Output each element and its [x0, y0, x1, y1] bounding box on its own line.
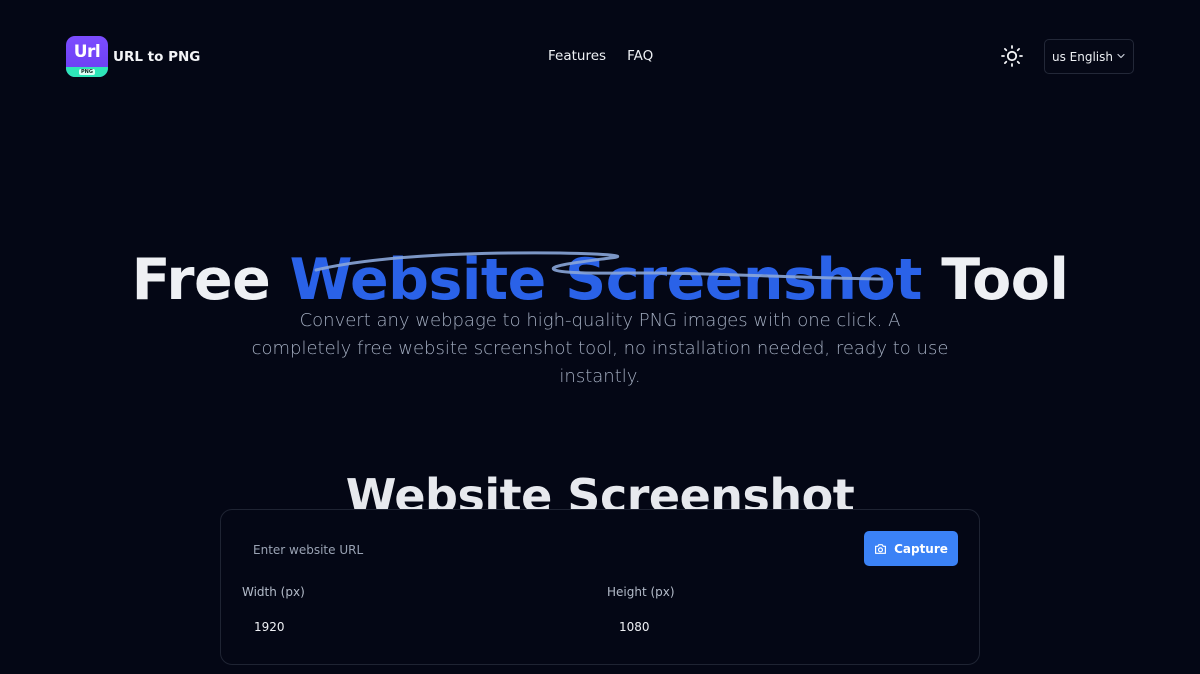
- language-label: us English: [1051, 49, 1113, 64]
- camera-icon: [875, 543, 887, 554]
- nav-link-faq[interactable]: FAQ: [627, 48, 653, 64]
- logo-text: Url: [73, 42, 101, 62]
- site-header: Url PNG URL to PNG Features FAQ us Engli…: [0, 0, 1200, 114]
- theme-toggle-button[interactable]: [1000, 44, 1024, 68]
- width-input[interactable]: [242, 611, 582, 643]
- height-label: Height (px): [607, 585, 675, 599]
- hero-subtitle: Convert any webpage to high-quality PNG …: [251, 310, 949, 387]
- capture-card: Capture Width (px) Height (px): [220, 509, 980, 665]
- logo-strip: PNG: [66, 67, 108, 77]
- chevron-down-icon: [1117, 53, 1125, 58]
- main-nav: Features FAQ: [548, 48, 653, 64]
- logo-icon: Url PNG: [66, 36, 108, 77]
- brand-name: URL to PNG: [113, 48, 201, 65]
- width-label: Width (px): [242, 585, 305, 599]
- capture-label: Capture: [894, 541, 948, 556]
- height-input[interactable]: [607, 611, 947, 643]
- nav-link-features[interactable]: Features: [548, 48, 606, 64]
- capture-button[interactable]: Capture: [864, 531, 958, 566]
- brand-link[interactable]: Url PNG URL to PNG: [66, 36, 200, 77]
- hero-title-suffix: Tool: [921, 247, 1069, 314]
- language-select[interactable]: us English: [1044, 39, 1134, 74]
- url-input[interactable]: [241, 532, 861, 568]
- hero-title-prefix: Free: [131, 247, 290, 314]
- sun-icon: [1001, 45, 1023, 67]
- logo-badge: PNG: [79, 69, 95, 75]
- hero-title-accent: Website Screenshot: [289, 247, 923, 314]
